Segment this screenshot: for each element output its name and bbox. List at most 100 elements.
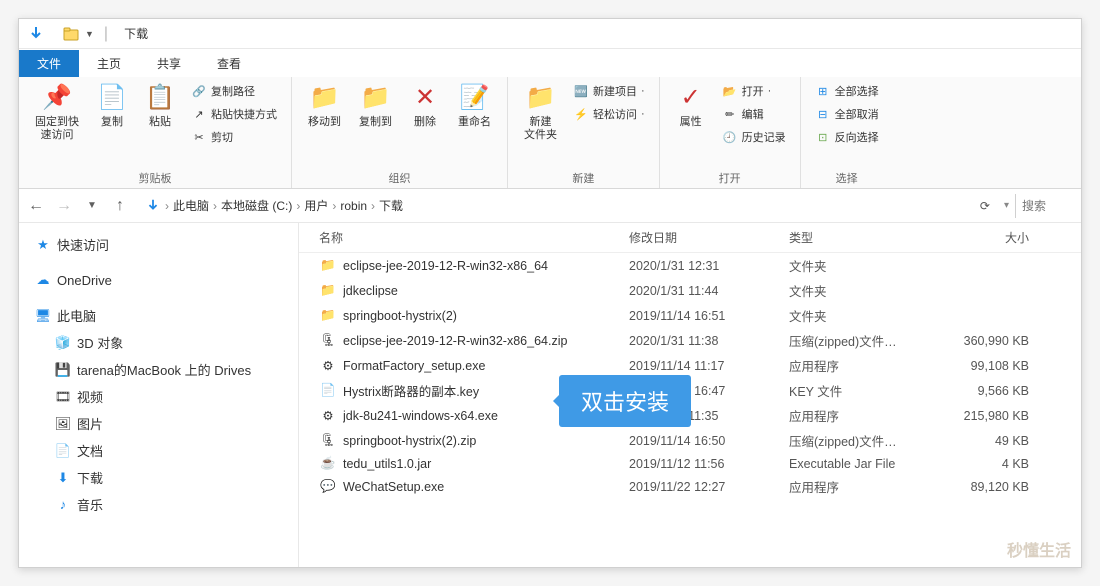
easyaccess-button[interactable]: ⚡轻松访问 ·: [569, 104, 649, 124]
group-clipboard-label: 剪贴板: [29, 168, 281, 186]
file-size: 99,108 KB: [939, 359, 1029, 373]
invert-icon: ⊡: [815, 131, 831, 144]
rename-button[interactable]: 📝重命名: [452, 81, 497, 131]
cut-button[interactable]: ✂剪切: [187, 127, 281, 147]
newitem-button[interactable]: 🆕新建项目 ·: [569, 81, 649, 101]
ribbon-group-clipboard: 📌固定到快 速访问 📄复制 📋粘贴 🔗复制路径 ↗粘贴快捷方式 ✂剪切 剪贴板: [19, 77, 292, 188]
file-icon: 💬: [319, 479, 337, 494]
table-row[interactable]: 📁 jdkeclipse 2020/1/31 11:44 文件夹: [299, 278, 1081, 303]
properties-icon: ✓: [681, 83, 701, 112]
pin-button[interactable]: 📌固定到快 速访问: [29, 81, 85, 144]
sidebar-onedrive[interactable]: ☁OneDrive: [19, 268, 298, 292]
group-open-label: 打开: [670, 168, 790, 186]
col-size[interactable]: 大小: [939, 229, 1029, 246]
col-type[interactable]: 类型: [789, 229, 939, 246]
delete-icon: ✕: [415, 83, 435, 112]
edit-icon: ✏: [722, 108, 738, 121]
sidebar-item-videos[interactable]: 🎞视频: [19, 383, 298, 410]
copypath-button[interactable]: 🔗复制路径: [187, 81, 281, 101]
nav-back-button[interactable]: ←: [25, 195, 47, 217]
file-icon: ☕: [319, 456, 337, 471]
copy-button[interactable]: 📄复制: [91, 81, 133, 131]
file-name: WeChatSetup.exe: [343, 480, 629, 494]
tab-file[interactable]: 文件: [19, 50, 79, 77]
refresh-icon[interactable]: ⟳: [980, 199, 990, 213]
folder-qat-icon[interactable]: [63, 27, 79, 41]
titlebar: ▼ | 下载: [19, 19, 1081, 49]
table-row[interactable]: 🗜 springboot-hystrix(2).zip 2019/11/14 1…: [299, 428, 1081, 453]
down-arrow-icon[interactable]: [27, 25, 45, 43]
invert-button[interactable]: ⊡反向选择: [811, 127, 883, 147]
tab-share[interactable]: 共享: [139, 50, 199, 77]
moveto-button[interactable]: 📁移动到: [302, 81, 347, 131]
nav-recent-button[interactable]: ▼: [81, 195, 103, 217]
file-date: 2019/11/22 12:27: [629, 480, 789, 494]
file-type: 文件夹: [789, 281, 939, 300]
file-name: FormatFactory_setup.exe: [343, 359, 629, 373]
selectnone-button[interactable]: ⊟全部取消: [811, 104, 883, 124]
picture-icon: 🖼: [55, 416, 71, 432]
file-icon: ⚙: [319, 408, 337, 423]
group-organize-label: 组织: [302, 168, 497, 186]
properties-button[interactable]: ✓属性: [670, 81, 712, 131]
easyaccess-icon: ⚡: [573, 108, 589, 121]
crumb-4[interactable]: 下载: [379, 197, 403, 214]
file-date: 2020/1/31 11:44: [629, 284, 789, 298]
sidebar-item-downloads[interactable]: ⬇下载: [19, 464, 298, 491]
qat-dropdown-icon[interactable]: ▼: [81, 29, 98, 39]
table-row[interactable]: 🗜 eclipse-jee-2019-12-R-win32-x86_64.zip…: [299, 328, 1081, 353]
copy-icon: 📄: [97, 83, 127, 112]
edit-button[interactable]: ✏编辑: [718, 104, 790, 124]
open-button[interactable]: 📂打开 ·: [718, 81, 790, 101]
selectall-button[interactable]: ⊞全部选择: [811, 81, 883, 101]
newfolder-button[interactable]: 📁新建 文件夹: [518, 81, 563, 144]
file-size: 49 KB: [939, 434, 1029, 448]
cube-icon: 🧊: [55, 335, 71, 351]
pin-icon: 📌: [42, 83, 72, 112]
callout-tooltip: 双击安装: [559, 375, 691, 427]
music-icon: ♪: [55, 497, 71, 512]
watermark: 秒懂生活: [1007, 537, 1071, 561]
sidebar-quickaccess[interactable]: ★快速访问: [19, 231, 298, 258]
file-date: 2019/11/14 16:51: [629, 309, 789, 323]
nav-up-button[interactable]: ↑: [109, 195, 131, 217]
ribbon-group-organize: 📁移动到 📁复制到 ✕删除 📝重命名 组织: [292, 77, 508, 188]
sidebar-item-pictures[interactable]: 🖼图片: [19, 410, 298, 437]
file-type: KEY 文件: [789, 381, 939, 400]
tab-home[interactable]: 主页: [79, 50, 139, 77]
rename-icon: 📝: [460, 83, 490, 112]
table-row[interactable]: ⚙ FormatFactory_setup.exe 2019/11/14 11:…: [299, 353, 1081, 378]
sidebar-item-3d[interactable]: 🧊3D 对象: [19, 329, 298, 356]
newitem-icon: 🆕: [573, 85, 589, 98]
breadcrumb[interactable]: › 此电脑› 本地磁盘 (C:)› 用户› robin› 下载 ⟳: [137, 197, 998, 214]
crumb-0[interactable]: 此电脑: [173, 197, 209, 214]
col-name[interactable]: 名称: [319, 229, 629, 246]
pasteshortcut-button[interactable]: ↗粘贴快捷方式: [187, 104, 281, 124]
delete-button[interactable]: ✕删除: [404, 81, 446, 131]
crumb-2[interactable]: 用户: [304, 197, 328, 214]
file-icon: 🗜: [319, 433, 337, 448]
table-row[interactable]: 📁 springboot-hystrix(2) 2019/11/14 16:51…: [299, 303, 1081, 328]
table-row[interactable]: 📁 eclipse-jee-2019-12-R-win32-x86_64 202…: [299, 253, 1081, 278]
paste-button[interactable]: 📋粘贴: [139, 81, 181, 131]
file-name: springboot-hystrix(2).zip: [343, 434, 629, 448]
search-input[interactable]: 搜索: [1015, 194, 1075, 218]
file-name: eclipse-jee-2019-12-R-win32-x86_64.zip: [343, 334, 629, 348]
copyto-button[interactable]: 📁复制到: [353, 81, 398, 131]
sidebar-item-music[interactable]: ♪音乐: [19, 491, 298, 518]
sidebar-item-documents[interactable]: 📄文档: [19, 437, 298, 464]
ribbon-group-new: 📁新建 文件夹 🆕新建项目 · ⚡轻松访问 · 新建: [508, 77, 660, 188]
cloud-icon: ☁: [35, 272, 51, 288]
history-button[interactable]: 🕘历史记录: [718, 127, 790, 147]
sidebar-thispc[interactable]: 🖥此电脑: [19, 302, 298, 329]
pc-icon: 🖥: [35, 308, 51, 324]
crumb-3[interactable]: robin: [340, 199, 367, 213]
download-icon: ⬇: [55, 470, 71, 486]
sidebar-item-drives[interactable]: 💾tarena的MacBook 上的 Drives: [19, 356, 298, 383]
col-date[interactable]: 修改日期: [629, 229, 789, 246]
table-row[interactable]: 💬 WeChatSetup.exe 2019/11/22 12:27 应用程序 …: [299, 474, 1081, 499]
crumb-1[interactable]: 本地磁盘 (C:): [221, 197, 292, 214]
nav-forward-button[interactable]: →: [53, 195, 75, 217]
tab-view[interactable]: 查看: [199, 50, 259, 77]
table-row[interactable]: ☕ tedu_utils1.0.jar 2019/11/12 11:56 Exe…: [299, 453, 1081, 474]
